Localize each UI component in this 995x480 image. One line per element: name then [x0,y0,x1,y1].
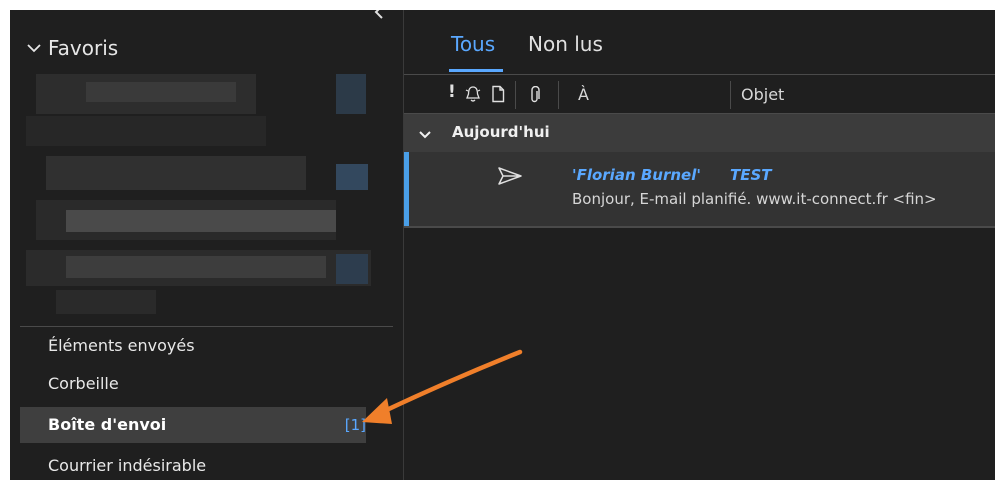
column-to[interactable]: À [578,85,589,104]
folder-pane: Favoris Éléments envoyés Corbeille Boîte… [10,10,403,480]
tab-unread[interactable]: Non lus [528,32,603,60]
unread-count-badge: [1] [344,416,366,434]
chevron-down-icon [26,42,42,54]
date-group-header[interactable]: Aujourd'hui [404,114,995,152]
message-preview: Bonjour, E-mail planifié. www.it-connect… [572,190,937,208]
chevron-down-icon [418,126,432,144]
folder-label: Boîte d'envoi [48,415,167,434]
message-subject: TEST [730,166,772,184]
tab-all[interactable]: Tous [451,32,495,60]
folder-deleted-items[interactable]: Corbeille [20,366,366,402]
reminder-bell-icon[interactable] [464,85,482,107]
favorites-label: Favoris [48,36,119,60]
active-tab-indicator [449,69,503,72]
attachment-icon[interactable] [528,85,542,108]
favorites-header[interactable]: Favoris [26,34,118,62]
send-icon [497,166,523,190]
folder-label: Éléments envoyés [48,336,195,355]
importance-icon[interactable]: ! [448,82,456,102]
collapse-pane-icon[interactable] [372,10,386,20]
outlook-window: Favoris Éléments envoyés Corbeille Boîte… [10,10,995,480]
blurred-favorites-region [26,64,371,322]
folder-outbox[interactable]: Boîte d'envoi [1] [20,407,366,443]
document-icon[interactable] [490,85,506,107]
folder-junk-email[interactable]: Courrier indésirable [20,448,366,480]
column-subject[interactable]: Objet [741,85,784,104]
column-header-row: ! À Objet [404,74,995,114]
folder-label: Corbeille [48,374,119,393]
group-label: Aujourd'hui [452,123,550,141]
message-list-pane: Tous Non lus ! À Objet Aujourd'hui 'Flor… [404,10,995,480]
folder-label: Courrier indésirable [48,456,207,475]
selection-indicator [404,152,409,226]
folder-divider [20,326,393,327]
message-recipient: 'Florian Burnel' [572,166,701,184]
message-row[interactable]: 'Florian Burnel' TEST Bonjour, E-mail pl… [404,152,995,228]
folder-sent-items[interactable]: Éléments envoyés [20,328,366,364]
